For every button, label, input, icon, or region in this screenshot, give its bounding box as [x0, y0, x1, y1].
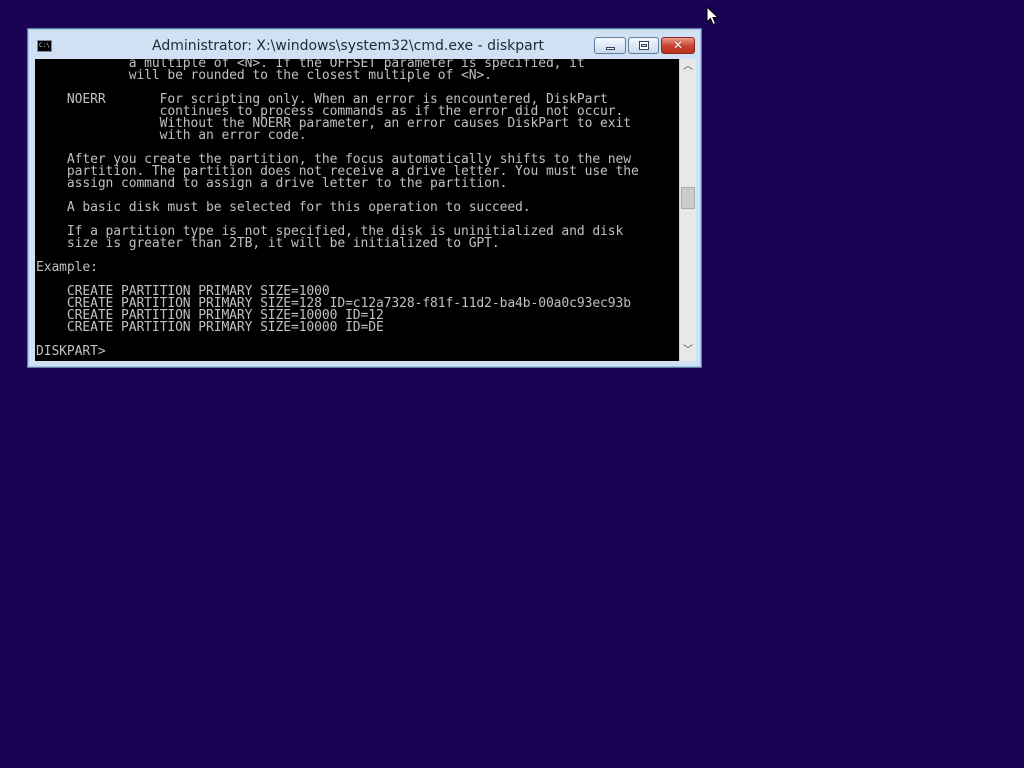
vertical-scrollbar[interactable]: ︿ ﹀: [679, 59, 696, 361]
console-line: size is greater than 2TB, it will be ini…: [36, 236, 500, 251]
window-title: Administrator: X:\windows\system32\cmd.e…: [152, 38, 544, 54]
maximize-button[interactable]: [628, 37, 659, 54]
minimize-icon: [606, 47, 615, 50]
console-line: Example:: [36, 260, 98, 275]
console-line: with an error code.: [36, 128, 307, 143]
console-output[interactable]: a multiple of <N>. If the OFFSET paramet…: [35, 59, 679, 361]
minimize-button[interactable]: [594, 37, 626, 54]
mouse-pointer-icon: [706, 6, 720, 26]
console-line: CREATE PARTITION PRIMARY SIZE=10000 ID=D…: [36, 320, 384, 335]
console-text: a multiple of <N>. If the OFFSET paramet…: [36, 59, 639, 358]
close-button[interactable]: ✕: [661, 37, 695, 54]
scroll-thumb[interactable]: [681, 187, 695, 209]
scroll-up-icon[interactable]: ︿: [680, 59, 696, 75]
desktop: C:\ Administrator: X:\windows\system32\c…: [0, 0, 1024, 768]
console-line: will be rounded to the closest multiple …: [36, 68, 492, 83]
scroll-down-icon[interactable]: ﹀: [680, 343, 696, 359]
console-line: DISKPART>: [36, 344, 106, 359]
close-icon: ✕: [672, 38, 684, 52]
console-line: assign command to assign a drive letter …: [36, 176, 508, 191]
maximize-icon: [639, 41, 649, 50]
cmd-window[interactable]: C:\ Administrator: X:\windows\system32\c…: [27, 28, 702, 368]
console-line: A basic disk must be selected for this o…: [36, 200, 531, 215]
title-bar[interactable]: C:\ Administrator: X:\windows\system32\c…: [28, 29, 701, 59]
